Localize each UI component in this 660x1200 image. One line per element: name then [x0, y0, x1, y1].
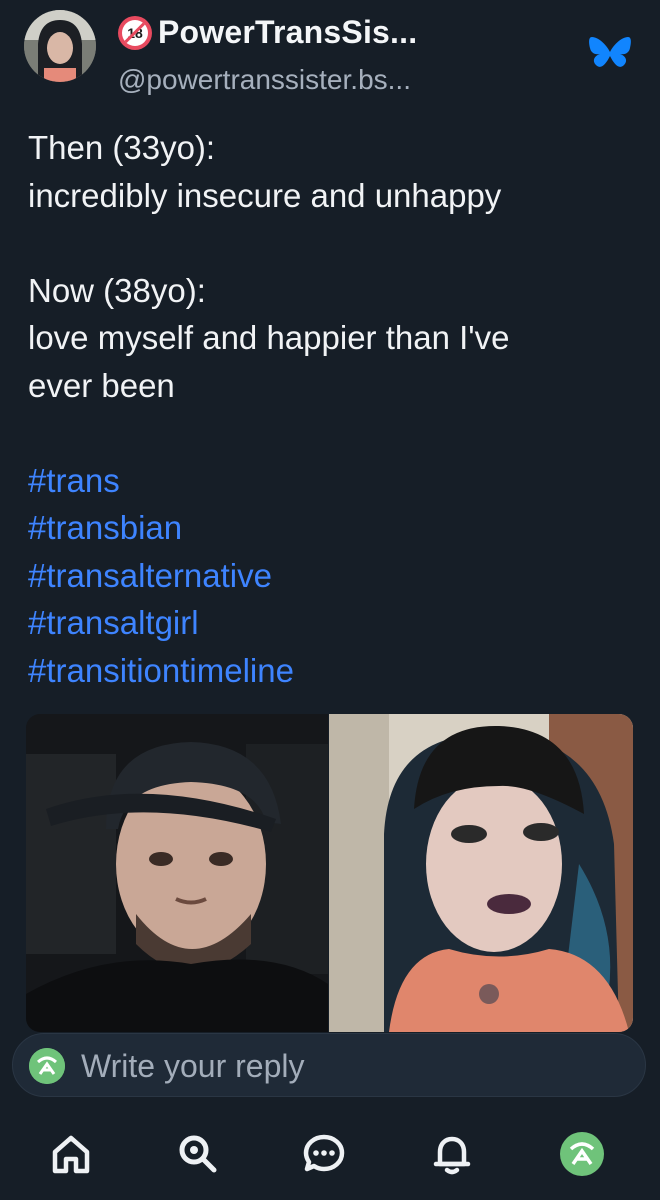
- post-text-line: Then (33yo):: [28, 129, 216, 166]
- adult-content-18-icon: 18: [118, 15, 152, 50]
- author-name-row[interactable]: 18 PowerTransSis...: [118, 14, 417, 51]
- post-text-line: ever been: [28, 366, 175, 404]
- notifications-icon[interactable]: [426, 1128, 478, 1180]
- hashtag-link[interactable]: #transaltgirl: [28, 599, 638, 647]
- post-body: Then (33yo): incredibly insecure and unha…: [28, 124, 638, 694]
- media-gallery[interactable]: [26, 714, 633, 1032]
- author-display-name[interactable]: PowerTransSis...: [158, 14, 417, 51]
- author-avatar[interactable]: [24, 10, 96, 82]
- reply-composer[interactable]: Write your reply: [12, 1033, 646, 1097]
- reply-placeholder[interactable]: Write your reply: [81, 1048, 304, 1085]
- post-text-line: love myself and happier than I've: [28, 319, 510, 356]
- hashtag-link[interactable]: #transitiontimeline: [28, 647, 638, 695]
- profile-avatar[interactable]: [556, 1128, 608, 1180]
- post-header: 18 PowerTransSis... @powertranssister.bs…: [0, 0, 660, 110]
- post-text-line: incredibly insecure and unhappy: [28, 176, 502, 214]
- chat-icon[interactable]: [298, 1128, 350, 1180]
- then-photo[interactable]: [26, 714, 328, 1032]
- hashtag-link[interactable]: #trans: [28, 457, 638, 505]
- reply-user-avatar: [29, 1048, 65, 1084]
- author-handle[interactable]: @powertranssister.bs...: [118, 64, 411, 96]
- post-text-line: Now (38yo):: [28, 271, 206, 309]
- hashtag-link[interactable]: #transbian: [28, 504, 638, 552]
- badge-label: 18: [127, 24, 143, 41]
- home-icon[interactable]: [45, 1128, 97, 1180]
- bluesky-butterfly-icon: [589, 37, 631, 67]
- now-photo[interactable]: [329, 714, 633, 1032]
- search-icon[interactable]: [172, 1128, 224, 1180]
- hashtag-link[interactable]: #transalternative: [28, 552, 638, 600]
- bottom-tab-bar: [0, 1110, 660, 1200]
